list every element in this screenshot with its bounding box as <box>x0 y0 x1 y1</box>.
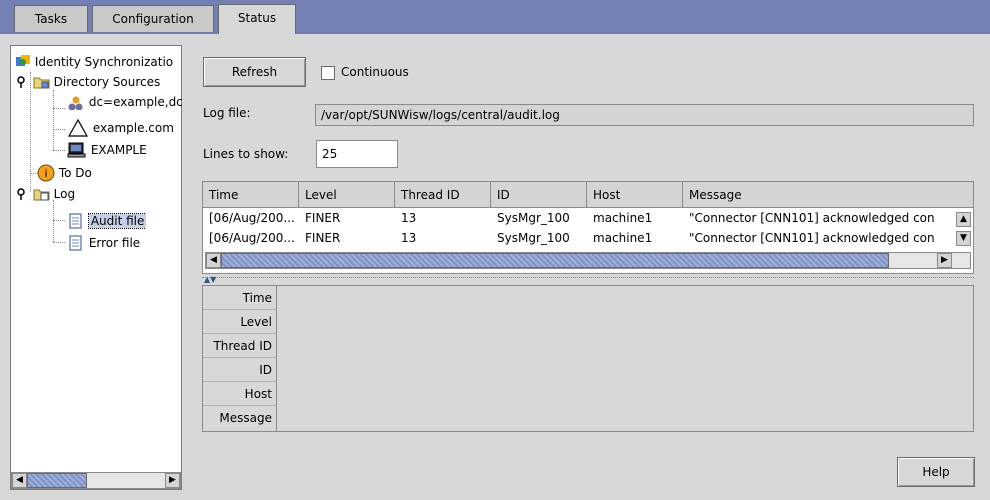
column-header-host[interactable]: Host <box>587 182 683 208</box>
tree-connector <box>53 90 54 150</box>
tree-item-todo[interactable]: i To Do <box>37 164 92 182</box>
nt-domain-icon <box>67 142 87 158</box>
tree-item-log[interactable]: Log <box>15 186 75 202</box>
tab-status[interactable]: Status <box>218 4 296 34</box>
log-file-icon <box>67 212 85 230</box>
column-header-level[interactable]: Level <box>299 182 395 208</box>
scroll-down-icon[interactable]: ▼ <box>956 231 971 246</box>
cell-thread-id: 13 <box>401 231 417 245</box>
split-pane-divider[interactable]: ▲▼ <box>202 275 974 284</box>
tab-tasks[interactable]: Tasks <box>14 5 88 32</box>
log-table: Time Level Thread ID ID Host Message [06… <box>202 181 974 274</box>
cell-level: FINER <box>305 211 341 225</box>
cell-id: SysMgr_100 <box>497 231 570 245</box>
tree-item-audit-file[interactable]: Audit file <box>67 212 147 230</box>
column-header-thread-id[interactable]: Thread ID <box>395 182 491 208</box>
tree-root[interactable]: Identity Synchronizatio <box>15 54 173 70</box>
cell-host: machine1 <box>593 211 653 225</box>
cell-level: FINER <box>305 231 341 245</box>
detail-panel: Time Level Thread ID ID Host Message <box>202 285 974 432</box>
tree-connector <box>53 129 65 130</box>
continuous-checkbox[interactable] <box>321 66 335 80</box>
log-file-icon <box>67 234 85 252</box>
tree-item-label: dc=example,dc <box>88 95 183 109</box>
column-header-id[interactable]: ID <box>491 182 587 208</box>
cell-thread-id: 13 <box>401 211 417 225</box>
active-directory-icon <box>67 118 89 138</box>
scroll-right-icon[interactable]: ▶ <box>937 253 952 268</box>
ldap-server-icon <box>67 94 85 110</box>
svg-text:i: i <box>44 167 47 180</box>
scroll-thumb[interactable] <box>27 473 87 488</box>
tree-item-ds-nt[interactable]: EXAMPLE <box>67 142 147 158</box>
tree-connector <box>30 72 31 192</box>
lines-to-show-input[interactable]: 25 <box>316 140 398 168</box>
collapse-arrows-icon[interactable]: ▲▼ <box>204 275 216 284</box>
logfile-path-field: /var/opt/SUNWisw/logs/central/audit.log <box>315 104 974 126</box>
folder-icon <box>33 186 50 202</box>
tree-item-label: Audit file <box>87 213 147 229</box>
detail-field-thread-id: Thread ID <box>203 334 277 358</box>
detail-field-host: Host <box>203 382 277 406</box>
detail-field-level: Level <box>203 310 277 334</box>
tree-item-label: EXAMPLE <box>90 143 147 157</box>
tree-item-label: Directory Sources <box>53 75 161 89</box>
help-button[interactable]: Help <box>897 457 975 487</box>
expand-toggle-icon[interactable] <box>15 74 29 90</box>
tree-connector <box>53 220 65 221</box>
scroll-right-icon[interactable]: ▶ <box>165 473 180 488</box>
tree-item-error-file[interactable]: Error file <box>67 234 140 252</box>
continuous-label[interactable]: Continuous <box>341 65 409 79</box>
cell-message: "Connector [CNN101] acknowledged con <box>689 211 935 225</box>
identity-sync-icon <box>15 54 31 70</box>
logfile-label: Log file: <box>203 106 251 120</box>
column-header-time[interactable]: Time <box>203 182 299 208</box>
scroll-thumb[interactable] <box>221 253 889 268</box>
table-horizontal-scrollbar[interactable]: ◀ ▶ <box>205 252 971 269</box>
tree-item-directory-sources[interactable]: Directory Sources <box>15 74 160 90</box>
tree-item-label: Log <box>53 187 76 201</box>
refresh-button[interactable]: Refresh <box>203 57 306 87</box>
tree-item-label: example.com <box>92 121 174 135</box>
tab-configuration[interactable]: Configuration <box>92 5 214 32</box>
folder-icon <box>33 74 50 90</box>
detail-field-time: Time <box>203 286 277 310</box>
cell-host: machine1 <box>593 231 653 245</box>
lines-to-show-label: Lines to show: <box>203 147 289 161</box>
column-header-message[interactable]: Message <box>683 182 973 208</box>
tree-connector <box>53 150 65 151</box>
detail-field-id: ID <box>203 358 277 382</box>
info-icon: i <box>37 164 55 182</box>
tree-root-label: Identity Synchronizatio <box>34 55 174 69</box>
expand-toggle-icon[interactable] <box>15 186 29 202</box>
tree-item-ds-ad[interactable]: example.com <box>67 118 174 138</box>
cell-id: SysMgr_100 <box>497 211 570 225</box>
cell-message: "Connector [CNN101] acknowledged con <box>689 231 935 245</box>
cell-time: [06/Aug/200... <box>209 231 295 245</box>
top-tab-bar: Tasks Configuration Status <box>0 0 990 34</box>
tree-item-label: Error file <box>88 236 141 250</box>
tree-item-label: To Do <box>58 166 92 180</box>
tree-horizontal-scrollbar[interactable]: ◀ ▶ <box>11 472 181 489</box>
scroll-left-icon[interactable]: ◀ <box>206 253 221 268</box>
tree-item-ds-ldap[interactable]: dc=example,dc <box>67 94 183 110</box>
scroll-up-icon[interactable]: ▲ <box>956 212 971 227</box>
tree-connector <box>53 242 65 243</box>
detail-field-message: Message <box>203 406 277 431</box>
navigation-tree: Identity Synchronizatio Directory Source… <box>10 45 183 490</box>
tree-connector <box>53 200 54 242</box>
tree-connector <box>53 108 65 109</box>
scroll-left-icon[interactable]: ◀ <box>12 473 27 488</box>
cell-time: [06/Aug/200... <box>209 211 295 225</box>
